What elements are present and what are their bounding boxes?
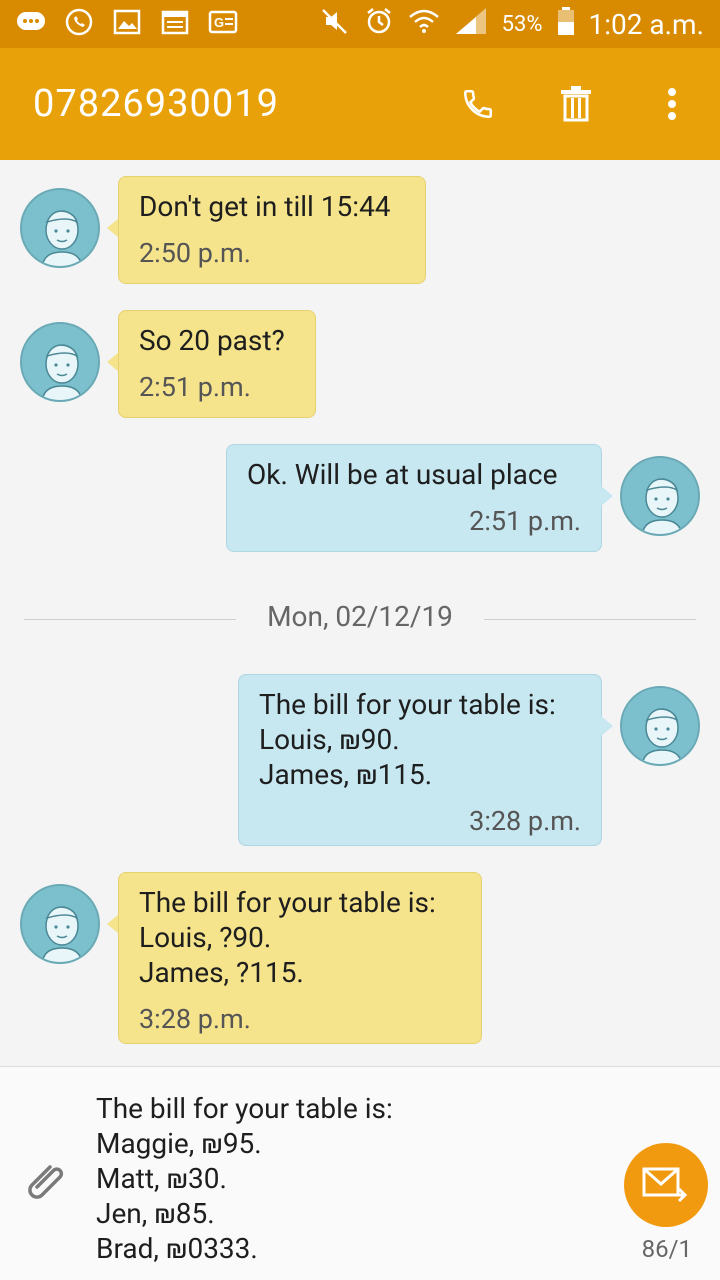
notification-icons: G (16, 7, 238, 37)
more-vert-icon (668, 88, 676, 120)
person-icon (41, 906, 83, 962)
divider (484, 619, 696, 620)
conversation-title: 07826930019 (33, 82, 279, 126)
message-text: Ok. Will be at usual place (247, 458, 558, 491)
status-bar: G 53% 1:02 a.m. (0, 0, 720, 48)
message-time: 3:28 p.m. (139, 1003, 251, 1035)
gallery-icon (112, 7, 142, 37)
app-bar: 07826930019 (0, 48, 720, 160)
message-text: The bill for your table is: Louis, ₪90. … (259, 688, 556, 791)
send-mail-icon (642, 1167, 688, 1203)
message-text: Don't get in till 15:44 (139, 190, 391, 223)
contact-avatar[interactable] (20, 884, 100, 964)
contact-avatar[interactable] (20, 188, 100, 268)
chat-bubble-icon (16, 7, 46, 37)
contact-avatar[interactable] (20, 322, 100, 402)
message-input[interactable]: The bill for your table is: Maggie, ₪95.… (96, 1091, 596, 1266)
mute-icon (320, 6, 350, 43)
person-icon (41, 210, 83, 266)
my-avatar[interactable] (620, 456, 700, 536)
person-icon (641, 478, 683, 534)
send-button[interactable] (624, 1143, 708, 1227)
bubble-tail (601, 486, 613, 506)
message-time: 2:51 p.m. (469, 505, 581, 537)
person-icon (41, 344, 83, 400)
phone-icon (463, 89, 493, 119)
person-icon (641, 708, 683, 764)
message-text: So 20 past? (139, 324, 285, 357)
wifi-icon (408, 7, 440, 42)
calendar-icon (160, 7, 190, 37)
my-avatar[interactable] (620, 686, 700, 766)
outgoing-message[interactable]: The bill for your table is: Louis, ₪90. … (238, 674, 602, 846)
attach-button[interactable] (20, 1157, 70, 1207)
email-g-icon: G (208, 7, 238, 37)
call-button[interactable] (454, 80, 502, 128)
system-indicators: 53% 1:02 a.m. (320, 0, 704, 48)
signal-icon (454, 6, 488, 43)
bubble-tail (601, 716, 613, 736)
trash-icon (561, 86, 591, 122)
incoming-message[interactable]: Don't get in till 15:44 2:50 p.m. (118, 176, 426, 284)
paperclip-icon (28, 1165, 64, 1199)
battery-icon (557, 6, 575, 43)
battery-percent: 53% (501, 11, 543, 37)
incoming-message[interactable]: So 20 past? 2:51 p.m. (118, 310, 316, 418)
svg-text:G: G (214, 15, 224, 30)
date-separator: Mon, 02/12/19 (24, 600, 696, 640)
delete-button[interactable] (552, 80, 600, 128)
message-time: 3:28 p.m. (469, 805, 581, 837)
clock: 1:02 a.m. (588, 7, 705, 41)
message-time: 2:50 p.m. (139, 237, 251, 269)
incoming-message[interactable]: The bill for your table is: Louis, ?90. … (118, 872, 482, 1044)
whatsapp-icon (64, 7, 94, 37)
date-label: Mon, 02/12/19 (267, 600, 453, 633)
character-counter: 86/1 (641, 1235, 692, 1263)
message-composer: The bill for your table is: Maggie, ₪95.… (0, 1066, 720, 1280)
message-time: 2:51 p.m. (139, 371, 251, 403)
more-options-button[interactable] (648, 80, 696, 128)
message-thread[interactable]: Don't get in till 15:44 2:50 p.m. So 20 … (0, 160, 720, 1066)
outgoing-message[interactable]: Ok. Will be at usual place 2:51 p.m. (226, 444, 602, 552)
alarm-icon (364, 6, 394, 43)
message-text: The bill for your table is: Louis, ?90. … (139, 886, 436, 989)
